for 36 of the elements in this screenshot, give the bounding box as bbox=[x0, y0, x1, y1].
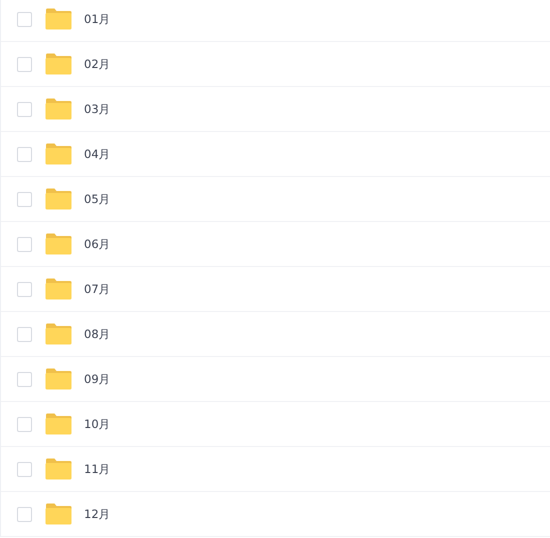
folder-name[interactable]: 05月 bbox=[84, 192, 111, 206]
folder-icon bbox=[45, 188, 72, 210]
folder-name[interactable]: 10月 bbox=[84, 416, 111, 432]
checkbox[interactable] bbox=[17, 462, 32, 476]
checkbox[interactable] bbox=[17, 12, 32, 26]
folder-icon bbox=[45, 503, 72, 525]
folder-name[interactable]: 03月 bbox=[84, 102, 111, 116]
folder-icon bbox=[45, 413, 72, 435]
folder-name[interactable]: 12月 bbox=[84, 506, 111, 522]
folder-icon bbox=[45, 458, 72, 480]
folder-icon bbox=[45, 278, 72, 300]
folder-icon bbox=[45, 8, 72, 30]
checkbox[interactable] bbox=[17, 372, 32, 386]
folder-icon bbox=[45, 233, 72, 255]
checkbox[interactable] bbox=[17, 326, 32, 342]
folder-icon bbox=[45, 368, 72, 390]
folder-name[interactable]: 07月 bbox=[84, 282, 111, 296]
checkbox[interactable] bbox=[17, 416, 32, 432]
folder-name[interactable]: 08月 bbox=[84, 326, 111, 342]
checkbox[interactable] bbox=[17, 236, 32, 252]
folder-icon bbox=[45, 98, 72, 120]
folder-icon bbox=[45, 53, 72, 75]
checkbox[interactable] bbox=[17, 506, 32, 522]
checkbox[interactable] bbox=[17, 56, 32, 72]
folder-name[interactable]: 09月 bbox=[84, 372, 111, 386]
checkbox[interactable] bbox=[17, 146, 32, 162]
folder-icon bbox=[45, 323, 72, 345]
checkbox[interactable] bbox=[17, 192, 32, 206]
folder-name[interactable]: 06月 bbox=[84, 236, 111, 252]
folder-name[interactable]: 02月 bbox=[84, 56, 111, 72]
checkbox[interactable] bbox=[17, 102, 32, 116]
checkbox[interactable] bbox=[17, 282, 32, 296]
folder-name[interactable]: 01月 bbox=[84, 12, 111, 26]
folder-icon bbox=[45, 143, 72, 165]
folder-name[interactable]: 11月 bbox=[84, 462, 111, 476]
folder-name[interactable]: 04月 bbox=[84, 146, 111, 162]
